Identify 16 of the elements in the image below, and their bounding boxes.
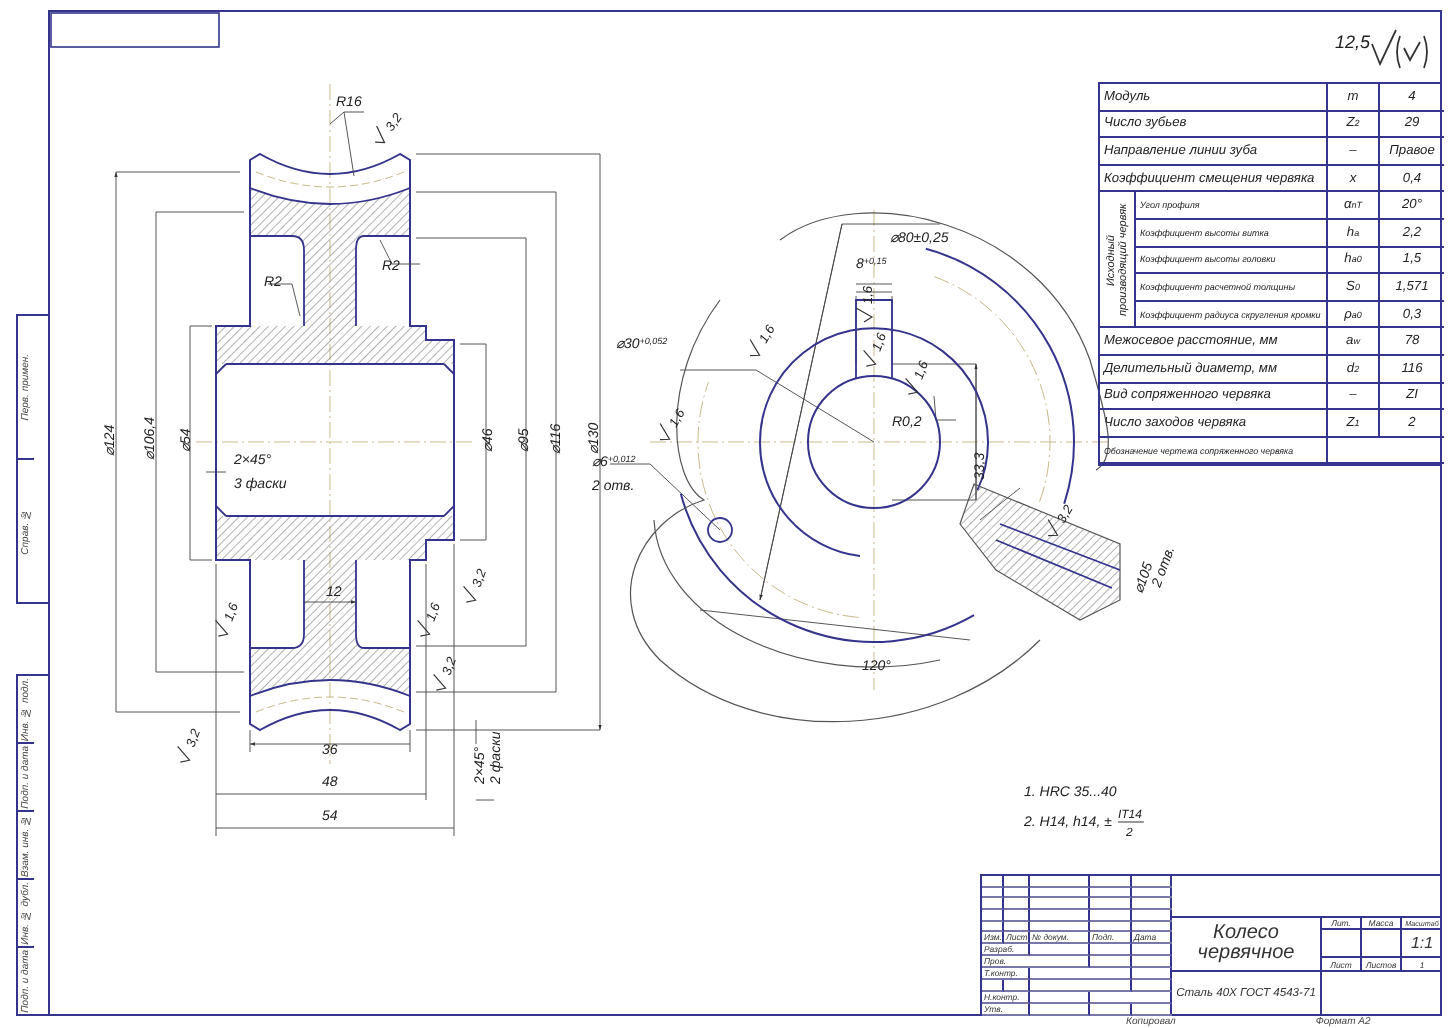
roughness-symbol-icon — [433, 673, 447, 691]
scale-value: 1:1 — [1410, 934, 1434, 952]
roughness-symbol-icon — [659, 422, 671, 441]
roughness-symbol-icon — [1047, 518, 1059, 537]
roughness-symbol-icon — [215, 619, 229, 637]
roughness-symbol-icon — [855, 307, 874, 323]
roughness-symbol-icon — [374, 125, 386, 144]
roughness-symbol-icon — [905, 377, 919, 395]
roughness-symbol-icon — [463, 585, 477, 603]
roughness-value: 12,5 — [1334, 32, 1370, 52]
roughness-symbol-icon — [749, 338, 761, 357]
roughness-symbol-icon — [417, 619, 431, 637]
part-name: Колесо червячное — [1195, 923, 1297, 965]
roughness-symbol-icon — [1370, 28, 1430, 72]
roughness-symbol-icon — [863, 349, 877, 367]
roughness-symbol-icon — [177, 745, 191, 763]
